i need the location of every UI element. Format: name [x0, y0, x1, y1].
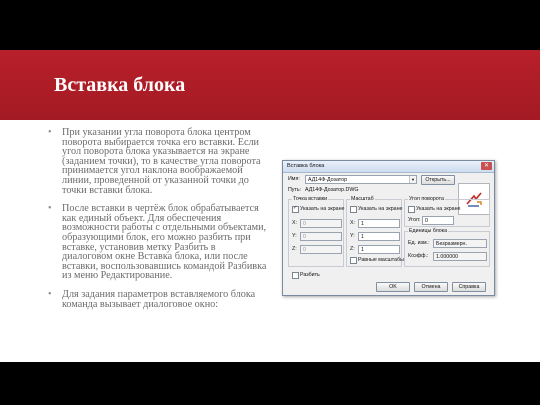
block-units-group: Единицы блока Ед. изм.: Безразмерн. Коэф…	[404, 228, 490, 267]
scale-on-screen-checkbox[interactable]	[350, 206, 357, 213]
scale-y-label: Y:	[350, 233, 355, 239]
scale-z-value: 1	[361, 246, 364, 253]
insert-block-dialog: Вставка блока ✕ Имя: АД14Ф-Дозатор ▼ Отк…	[282, 160, 495, 296]
uniform-scale-label: Равные масштабы	[358, 257, 404, 263]
rotation-angle-input[interactable]: 0	[422, 216, 454, 225]
insertion-z-input[interactable]: 0	[300, 245, 342, 254]
bullet-item: • При указании угла поворота блока центро…	[48, 127, 268, 196]
path-label: Путь:	[288, 187, 302, 193]
close-icon[interactable]: ✕	[481, 162, 492, 170]
insertion-group-title: Точка вставки	[292, 196, 329, 202]
chevron-down-icon[interactable]: ▼	[409, 176, 416, 183]
explode-checkbox[interactable]	[292, 272, 299, 279]
scale-y-value: 1	[361, 233, 364, 240]
scale-on-screen-label: Указать на экране	[358, 206, 403, 212]
browse-button[interactable]: Открыть...	[421, 175, 455, 185]
factor-value: 1.000000	[436, 253, 459, 260]
slide-title: Вставка блока	[54, 74, 186, 96]
name-label: Имя:	[288, 176, 300, 182]
bullet-dot-icon: •	[48, 288, 52, 300]
rotation-group: Угол поворота Указать на экране Угол: 0	[404, 196, 490, 227]
help-button[interactable]: Справка	[452, 282, 486, 292]
insertion-z-value: 0	[303, 246, 306, 253]
explode-label: Разбить	[300, 272, 320, 278]
rotation-angle-value: 0	[425, 217, 428, 224]
bullet-text: Для задания параметров вставляемого блок…	[62, 288, 256, 310]
slide-top-frame	[0, 0, 540, 50]
scale-z-label: Z:	[350, 246, 355, 252]
insertion-x-input[interactable]: 0	[300, 219, 342, 228]
insertion-point-group: Точка вставки Указать на экране X: 0 Y: …	[288, 196, 345, 267]
scale-y-input[interactable]: 1	[358, 232, 400, 241]
scale-z-input[interactable]: 1	[358, 245, 400, 254]
units-value-field: Безразмерн.	[433, 239, 487, 248]
title-banner: Вставка блока	[0, 50, 540, 120]
rotation-on-screen-label: Указать на экране	[416, 206, 461, 212]
insertion-y-label: Y:	[292, 233, 297, 239]
rotation-on-screen-checkbox[interactable]	[408, 206, 415, 213]
scale-group-title: Масштаб	[350, 196, 375, 202]
block-name-combo[interactable]: АД14Ф-Дозатор ▼	[305, 175, 417, 184]
slide-bottom-frame	[0, 362, 540, 405]
scale-x-label: X:	[350, 220, 356, 226]
uniform-scale-checkbox[interactable]	[350, 257, 357, 264]
bullet-item: • После вставки в чертёж блок обрабатывае…	[48, 204, 268, 281]
scale-x-value: 1	[361, 220, 364, 227]
block-units-group-title: Единицы блока	[408, 228, 449, 234]
ok-button[interactable]: OK	[376, 282, 410, 292]
scale-x-input[interactable]: 1	[358, 219, 400, 228]
insertion-on-screen-label: Указать на экране	[300, 206, 345, 212]
path-value: АД14Ф-Дозатор.DWG	[305, 187, 359, 193]
bullet-text: После вставки в чертёж блок обрабатывает…	[62, 203, 267, 282]
cancel-button[interactable]: Отмена	[414, 282, 448, 292]
scale-group: Масштаб Указать на экране X: 1 Y: 1 Z: 1…	[346, 196, 404, 267]
rotation-angle-label: Угол:	[408, 217, 421, 223]
block-name-value: АД14Ф-Дозатор	[308, 176, 348, 183]
bullet-dot-icon: •	[48, 127, 52, 138]
insertion-y-input[interactable]: 0	[300, 232, 342, 241]
bullet-item: • Для задания параметров вставляемого бло…	[48, 288, 268, 310]
insertion-z-label: Z:	[292, 246, 297, 252]
bullet-list: • При указании угла поворота блока центро…	[48, 127, 268, 318]
units-value: Безразмерн.	[436, 240, 467, 247]
insertion-x-value: 0	[303, 220, 306, 227]
insertion-y-value: 0	[303, 233, 306, 240]
dialog-title: Вставка блока	[287, 163, 325, 169]
bullet-text: При указании угла поворота блока центром…	[62, 127, 261, 196]
factor-label: Коэфф.:	[408, 253, 429, 259]
rotation-group-title: Угол поворота	[408, 196, 445, 202]
factor-value-field: 1.000000	[433, 252, 487, 261]
units-label: Ед. изм.:	[408, 240, 430, 246]
dialog-titlebar[interactable]: Вставка блока ✕	[283, 161, 494, 173]
bullet-dot-icon: •	[48, 203, 52, 215]
insertion-x-label: X:	[292, 220, 298, 226]
insertion-on-screen-checkbox[interactable]	[292, 205, 299, 213]
